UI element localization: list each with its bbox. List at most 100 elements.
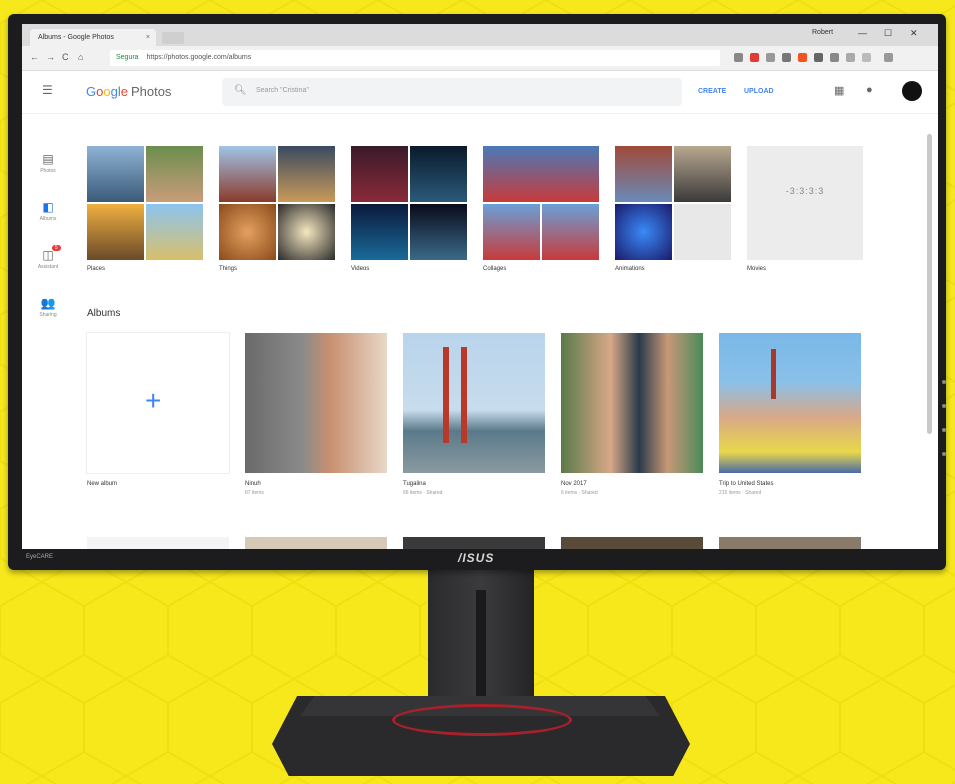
home-button[interactable]: ⌂ [78, 52, 83, 62]
search-box[interactable]: 🔍︎ Search "Cristina" [222, 78, 682, 106]
search-placeholder: Search "Cristina" [256, 87, 309, 94]
bookmark-star-icon[interactable] [734, 53, 743, 62]
category-thumbnail [483, 146, 599, 260]
rail-item-assistant[interactable]: ◫ 5 Assistant [30, 245, 66, 270]
album-card-partial[interactable] [87, 537, 229, 549]
albums-icon: ◧ [42, 200, 54, 214]
album-card-partial[interactable] [403, 537, 545, 549]
new-tab-button[interactable] [162, 32, 184, 44]
extension-icon[interactable] [766, 53, 775, 62]
album-cover [403, 333, 545, 473]
category-animations[interactable]: Animations [615, 146, 731, 272]
apps-grid-icon[interactable]: ▦ [834, 84, 844, 97]
category-label: Things [219, 266, 238, 272]
category-places[interactable]: Places [87, 146, 203, 272]
movies-placeholder: -3:3:3:3 [785, 186, 825, 196]
extension-icon[interactable] [830, 53, 839, 62]
notification-badge: 5 [52, 245, 61, 251]
album-name: Trip to United States [719, 481, 774, 487]
album-card[interactable]: Ninuh 87 items [245, 333, 387, 496]
monitor-brand-logo: /ISUS [458, 551, 495, 565]
album-card-new[interactable]: + New album [87, 333, 229, 487]
maximize-button[interactable]: ☐ [884, 28, 892, 39]
album-cover [719, 333, 861, 473]
browser-toolbar: ← → C ⌂ Segura https://photos.google.com… [22, 46, 938, 71]
extension-icon[interactable] [862, 53, 871, 62]
back-button[interactable]: ← [30, 52, 39, 62]
category-thumbnail [219, 146, 335, 260]
rail-item-photos[interactable]: ▤ Photos [30, 152, 66, 174]
category-thumbnail [615, 146, 731, 260]
url-text: https://photos.google.com/albums [146, 54, 252, 61]
photos-icon: ▤ [42, 152, 54, 166]
section-title: Albums [87, 308, 121, 319]
assistant-icon: ◫ [42, 248, 54, 262]
plus-icon: + [145, 385, 162, 416]
category-label: Animations [615, 266, 645, 272]
rail-item-sharing[interactable]: 👥 Sharing [30, 296, 66, 318]
menu-dots-icon[interactable] [884, 53, 893, 62]
stand-cable-groove [476, 590, 486, 700]
album-card-partial[interactable] [561, 537, 703, 549]
monitor-button[interactable] [942, 428, 946, 432]
main-menu-icon[interactable]: ☰ [42, 83, 53, 97]
scrollbar[interactable] [927, 134, 932, 434]
category-label: Places [87, 266, 106, 272]
album-cover [561, 333, 703, 473]
close-window-button[interactable]: ✕ [910, 28, 918, 39]
profile-name[interactable]: Robert [812, 29, 833, 36]
eyecare-label: EyeCARE [26, 554, 54, 560]
notifications-icon[interactable]: ● [866, 84, 873, 96]
browser-tab[interactable]: Albums - Google Photos × [30, 29, 156, 46]
monitor-button[interactable] [942, 404, 946, 408]
album-meta: 215 items · Shared [719, 490, 762, 496]
upload-button[interactable]: UPLOAD [744, 88, 774, 95]
stand-red-ring [392, 704, 572, 736]
minimize-button[interactable]: — [858, 28, 867, 38]
category-videos[interactable]: Videos [351, 146, 467, 272]
address-bar[interactable]: Segura https://photos.google.com/albums [110, 50, 720, 66]
album-card[interactable]: Tugalina 66 items · Shared [403, 333, 545, 496]
browser-tab-bar: Albums - Google Photos × Robert — ☐ ✕ [22, 24, 938, 46]
monitor-bezel: Albums - Google Photos × Robert — ☐ ✕ ← … [8, 14, 946, 570]
album-card-partial[interactable] [245, 537, 387, 549]
extension-icon[interactable] [846, 53, 855, 62]
search-icon: 🔍︎ [234, 85, 247, 96]
category-movies[interactable]: -3:3:3:3 Movies [747, 146, 863, 272]
album-name: Nov 2017 [561, 481, 587, 487]
office-extension-icon[interactable] [798, 53, 807, 62]
category-thumbnail: -3:3:3:3 [747, 146, 863, 260]
album-meta: 87 items [245, 490, 264, 496]
category-things[interactable]: Things [219, 146, 335, 272]
extension-icon[interactable] [814, 53, 823, 62]
extension-icon[interactable] [782, 53, 791, 62]
avatar[interactable] [902, 81, 922, 101]
category-label: Movies [747, 266, 767, 272]
album-name: Ninuh [245, 481, 261, 487]
album-name: Tugalina [403, 481, 426, 487]
sharing-icon: 👥 [40, 296, 56, 310]
forward-button[interactable]: → [46, 52, 55, 62]
album-meta: 66 items · Shared [403, 490, 443, 496]
album-card[interactable]: Nov 2017 6 items · Shared [561, 333, 703, 496]
monitor-button[interactable] [942, 452, 946, 456]
close-tab-icon[interactable]: × [146, 29, 150, 46]
app-header: ☰ Google Photos 🔍︎ Search "Cristina" CREA… [22, 71, 938, 114]
category-label: Collages [483, 266, 507, 272]
reload-button[interactable]: C [62, 52, 69, 62]
create-button[interactable]: CREATE [698, 88, 726, 95]
monitor-screen: Albums - Google Photos × Robert — ☐ ✕ ← … [22, 24, 938, 549]
category-thumbnail [351, 146, 467, 260]
album-card[interactable]: Trip to United States 215 items · Shared [719, 333, 861, 496]
rail-item-albums[interactable]: ◧ Albums [30, 200, 66, 222]
monitor-side-buttons [942, 380, 946, 500]
opera-extension-icon[interactable] [750, 53, 759, 62]
category-collages[interactable]: Collages [483, 146, 599, 272]
new-album-tile[interactable]: + [87, 333, 229, 473]
category-thumbnail [87, 146, 203, 260]
album-card-partial[interactable] [719, 537, 861, 549]
album-meta: 6 items · Shared [561, 490, 598, 496]
secure-label: Segura [116, 54, 139, 61]
google-photos-logo[interactable]: Google Photos [86, 84, 171, 99]
monitor-button[interactable] [942, 380, 946, 384]
